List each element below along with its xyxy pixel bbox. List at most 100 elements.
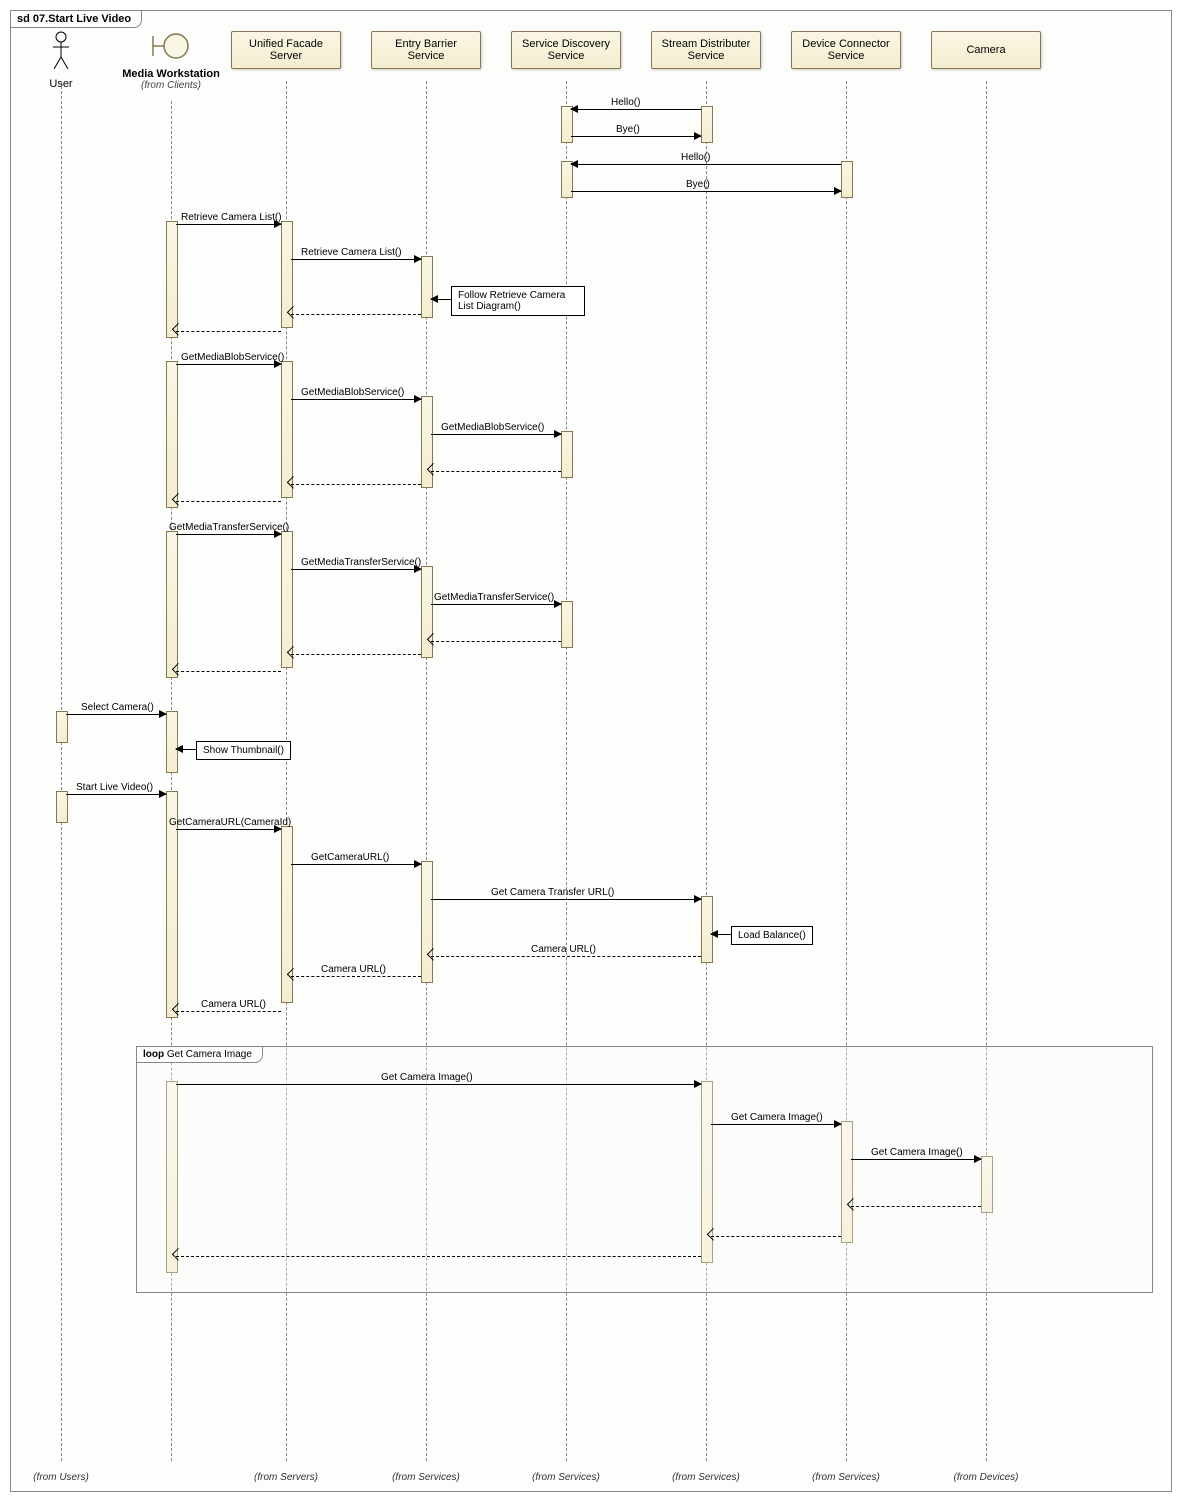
- message-arrow: [571, 136, 701, 137]
- activation: [166, 221, 178, 338]
- message-arrow: [711, 934, 731, 935]
- message-label: Get Camera Image(): [381, 1072, 473, 1083]
- sequence-diagram-frame: sd 07.Start Live Video User Media Workst…: [10, 10, 1172, 1492]
- message-label: Camera URL(): [321, 964, 386, 975]
- return-arrow: [851, 1206, 981, 1208]
- lifeline-box: Unified Facade Server: [231, 31, 341, 69]
- message-arrow: [176, 829, 281, 830]
- message-arrow: [291, 259, 421, 260]
- from-label: (from Devices): [936, 1472, 1036, 1483]
- message-arrow: [571, 191, 841, 192]
- lifeline-box: Stream Distributer Service: [651, 31, 761, 69]
- message-label: GetCameraURL(CameraId): [169, 817, 291, 828]
- message-label: Start Live Video(): [76, 782, 153, 793]
- return-arrow: [176, 501, 281, 503]
- message-arrow: [431, 604, 561, 605]
- return-arrow: [431, 471, 561, 473]
- message-label: Bye(): [616, 124, 640, 135]
- activation: [166, 711, 178, 773]
- return-arrow: [291, 314, 421, 316]
- message-label: Get Camera Image(): [871, 1147, 963, 1158]
- lifeline-label: Media Workstation: [116, 68, 226, 80]
- return-arrow: [176, 1256, 701, 1258]
- return-arrow: [176, 1011, 281, 1013]
- from-label: (from Services): [656, 1472, 756, 1483]
- from-label: (from Services): [516, 1472, 616, 1483]
- message-label: GetMediaTransferService(): [434, 592, 554, 603]
- from-label: (from Services): [376, 1472, 476, 1483]
- message-arrow: [176, 364, 281, 365]
- message-label: Get Camera Image(): [731, 1112, 823, 1123]
- from-label: (from Servers): [236, 1472, 336, 1483]
- message-label: Camera URL(): [531, 944, 596, 955]
- message-arrow: [176, 224, 281, 225]
- activation: [421, 256, 433, 318]
- message-arrow: [431, 299, 451, 300]
- message-label: Retrieve Camera List(): [301, 247, 402, 258]
- lifeline-unified-facade: Unified Facade Server: [231, 31, 341, 69]
- message-arrow: [291, 569, 421, 570]
- activation: [56, 791, 68, 823]
- return-arrow: [291, 484, 421, 486]
- lifeline-box: Device Connector Service: [791, 31, 901, 69]
- message-label: GetMediaTransferService(): [169, 522, 289, 533]
- message-label: GetMediaBlobService(): [441, 422, 544, 433]
- message-arrow: [176, 749, 196, 750]
- message-arrow: [431, 434, 561, 435]
- boundary-icon: [151, 31, 191, 61]
- lifeline-stereotype: (from Clients): [116, 80, 226, 91]
- lifeline-service-discovery: Service Discovery Service: [511, 31, 621, 69]
- message-arrow: [291, 399, 421, 400]
- self-message: Show Thumbnail(): [196, 741, 291, 760]
- activation: [166, 361, 178, 508]
- message-arrow: [571, 164, 841, 165]
- from-label: (from Users): [11, 1472, 111, 1483]
- self-message: Follow Retrieve Camera List Diagram(): [451, 286, 585, 316]
- return-arrow: [291, 976, 421, 978]
- message-label: Hello(): [681, 152, 710, 163]
- activation: [561, 601, 573, 648]
- message-label: GetMediaBlobService(): [301, 387, 404, 398]
- return-arrow: [431, 641, 561, 643]
- lifeline-line: [61, 81, 62, 1461]
- activation: [841, 161, 853, 198]
- message-label: GetMediaTransferService(): [301, 557, 421, 568]
- lifeline-box: Entry Barrier Service: [371, 31, 481, 69]
- message-label: Get Camera Transfer URL(): [491, 887, 614, 898]
- message-label: Retrieve Camera List(): [181, 212, 282, 223]
- message-label: Hello(): [611, 97, 640, 108]
- return-arrow: [711, 1236, 841, 1238]
- message-label: GetMediaBlobService(): [181, 352, 284, 363]
- lifeline-stream-distributer: Stream Distributer Service: [651, 31, 761, 69]
- message-arrow: [431, 899, 701, 900]
- frame-title: sd 07.Start Live Video: [10, 10, 142, 28]
- return-arrow: [431, 956, 701, 958]
- return-arrow: [291, 654, 421, 656]
- message-label: Select Camera(): [81, 702, 154, 713]
- message-arrow: [571, 109, 701, 110]
- message-arrow: [851, 1159, 981, 1160]
- activation: [421, 861, 433, 983]
- loop-title: loop loop Get Camera ImageGet Camera Ima…: [136, 1046, 263, 1063]
- lifeline-box: Service Discovery Service: [511, 31, 621, 69]
- message-arrow: [711, 1124, 841, 1125]
- message-label: Bye(): [686, 179, 710, 190]
- return-arrow: [176, 331, 281, 333]
- message-label: GetCameraURL(): [311, 852, 389, 863]
- activation: [561, 431, 573, 478]
- message-arrow: [66, 714, 166, 715]
- lifeline-camera: Camera: [931, 31, 1041, 69]
- activation: [56, 711, 68, 743]
- from-label: (from Services): [796, 1472, 896, 1483]
- activation: [701, 106, 713, 143]
- return-arrow: [176, 671, 281, 673]
- self-message: Load Balance(): [731, 926, 813, 945]
- message-arrow: [176, 1084, 701, 1085]
- message-arrow: [66, 794, 166, 795]
- message-arrow: [176, 534, 281, 535]
- lifeline-device-connector: Device Connector Service: [791, 31, 901, 69]
- lifeline-entry-barrier: Entry Barrier Service: [371, 31, 481, 69]
- lifeline-box: Camera: [931, 31, 1041, 69]
- actor-icon: [51, 31, 71, 71]
- lifeline-media-workstation: Media Workstation (from Clients): [116, 31, 226, 91]
